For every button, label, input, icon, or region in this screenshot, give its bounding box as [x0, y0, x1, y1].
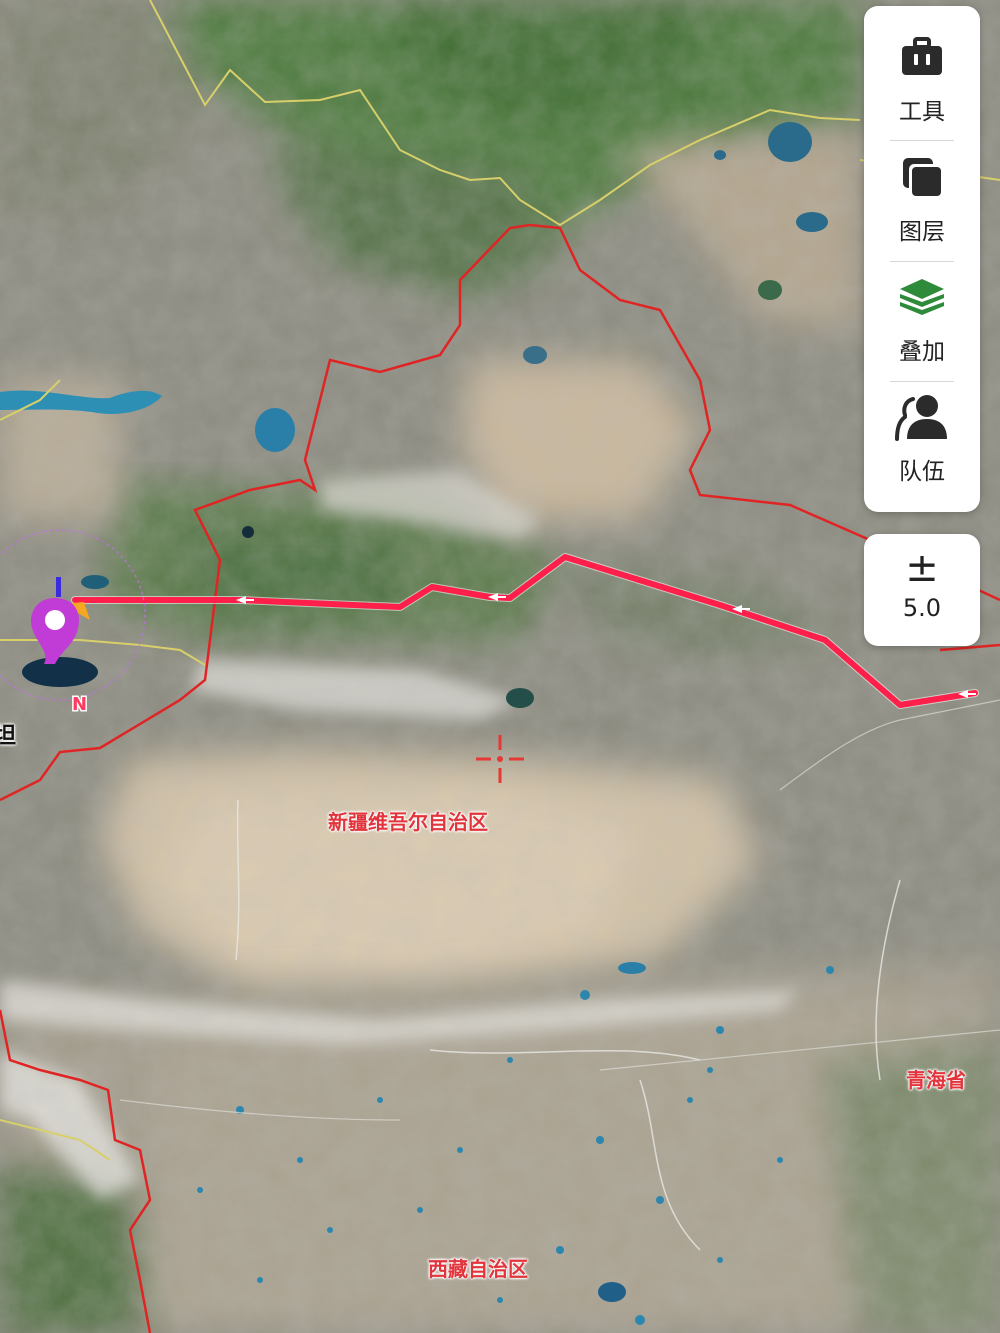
zoom-plus-minus-icon: ± [905, 545, 939, 591]
zoom-level-control[interactable]: ± 5.0 [864, 534, 980, 646]
team-button[interactable]: 队伍 [864, 366, 980, 486]
tools-label: 工具 [899, 99, 945, 125]
toolbox-icon [892, 28, 952, 86]
region-label-xizang: 西藏自治区 [428, 1257, 528, 1281]
layers-label: 图层 [899, 219, 945, 245]
team-label: 队伍 [899, 459, 945, 485]
layers-button[interactable]: 图层 [864, 126, 980, 246]
overlay-label: 叠加 [899, 339, 945, 365]
satellite-map[interactable]: N [0, 0, 1000, 1333]
team-icon [892, 388, 952, 446]
zoom-level-value: 5.0 [902, 594, 942, 622]
region-label-xinjiang: 新疆维吾尔自治区 [328, 810, 488, 834]
overlay-button[interactable]: 叠加 [864, 246, 980, 366]
stack-overlay-icon [892, 268, 952, 326]
map-toolbar: 工具 图层 叠加 队伍 [864, 6, 980, 512]
region-label-edge: 坦 [0, 724, 17, 749]
tools-button[interactable]: 工具 [864, 6, 980, 126]
svg-text:N: N [72, 694, 87, 715]
layers-copy-icon [892, 148, 952, 206]
region-label-qinghai: 青海省 [906, 1068, 966, 1092]
